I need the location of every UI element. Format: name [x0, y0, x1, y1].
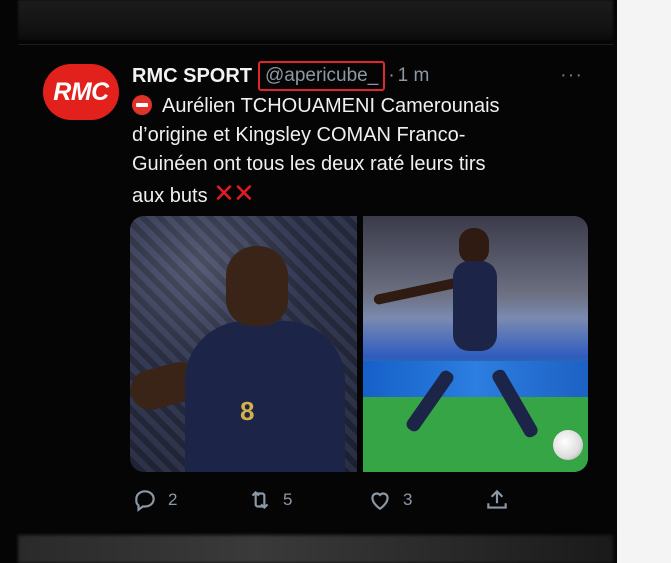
player-jersey — [185, 321, 345, 472]
football — [553, 430, 583, 460]
tweet-media[interactable]: 8 — [130, 216, 588, 472]
retweet-icon — [251, 490, 269, 510]
like-button[interactable]: 3 — [367, 484, 412, 516]
red-x-emoji: ✕✕ — [213, 178, 255, 208]
retweet-count: 5 — [283, 490, 293, 509]
retweet-button[interactable]: 5 — [247, 484, 292, 516]
runner-jersey — [453, 261, 497, 351]
tweet-text: Aurélien TCHOUAMENI Camerounais d’origin… — [132, 92, 582, 211]
pitch — [363, 397, 588, 472]
shirt-number: 8 — [240, 396, 255, 426]
blurred-previous-tweet — [18, 0, 613, 40]
heart-icon — [371, 492, 389, 510]
more-options-icon[interactable]: ··· — [560, 64, 583, 87]
timestamp[interactable]: 1 m — [398, 65, 430, 87]
reply-icon — [135, 490, 155, 512]
like-count: 3 — [403, 490, 413, 509]
photo-tchouameni[interactable]: 8 — [130, 216, 357, 472]
player-head — [226, 246, 288, 326]
tweet-text-line-4: aux buts ✕✕ — [132, 179, 582, 211]
share-icon — [487, 489, 507, 509]
avatar-logo-text: RMC — [53, 77, 109, 106]
screenshot-frame: RMC RMC SPORT @apericube_ · 1 m ··· Auré… — [0, 0, 617, 563]
tweet-text-line-2: d’origine et Kingsley COMAN Franco- — [132, 124, 466, 146]
author-name[interactable]: RMC SPORT — [132, 65, 252, 88]
tweet-text-line-4-content: aux buts — [132, 185, 208, 207]
tweet-header: RMC SPORT @apericube_ · 1 m — [132, 61, 430, 91]
stadium-ad-board — [363, 361, 588, 397]
share-button[interactable] — [484, 484, 510, 516]
tweet-actions: 2 5 3 — [132, 484, 552, 516]
runner-arm — [372, 276, 464, 306]
avatar[interactable]: RMC — [43, 64, 119, 120]
reply-count: 2 — [168, 490, 178, 509]
separator-dot: · — [388, 65, 395, 86]
tweet-text-line-1-content: Aurélien TCHOUAMENI Camerounais — [162, 95, 500, 117]
author-handle[interactable]: @apericube_ — [258, 61, 386, 91]
photo-coman[interactable] — [363, 216, 588, 472]
reply-button[interactable]: 2 — [132, 484, 177, 516]
blurred-next-tweet — [18, 535, 613, 563]
tweet-text-line-3: Guinéen ont tous les deux raté leurs tir… — [132, 153, 486, 175]
stop-sign-icon — [132, 95, 152, 115]
tweet-text-line-1: Aurélien TCHOUAMENI Camerounais — [132, 92, 582, 121]
runner-head — [459, 228, 489, 264]
tweet-divider — [18, 44, 613, 45]
